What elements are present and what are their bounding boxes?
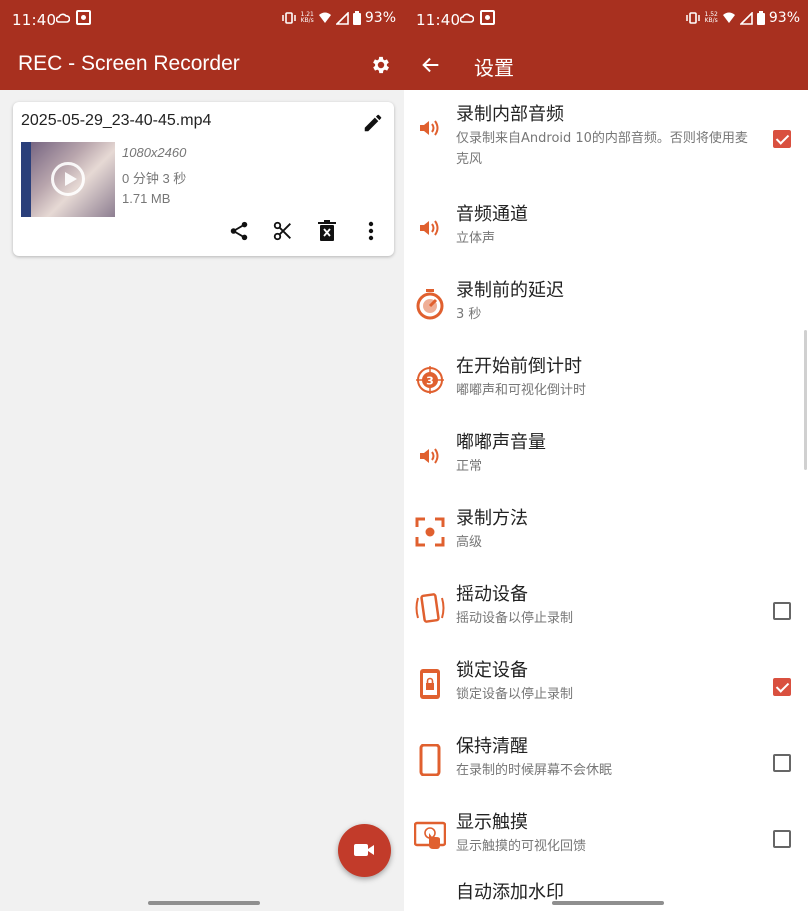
vibrate-icon	[281, 12, 296, 24]
settings-item-subtitle: 摇动设备以停止录制	[456, 611, 574, 626]
status-time: 11:40	[416, 11, 461, 29]
settings-item[interactable]: 音频通道 立体声	[404, 196, 808, 272]
settings-item-subtitle: 在录制的时候屏幕不会休眠	[456, 763, 613, 778]
play-icon[interactable]	[51, 162, 85, 196]
speaker-icon	[414, 212, 446, 244]
more-vert-icon	[368, 221, 374, 241]
battery-level: 93%	[768, 10, 800, 26]
settings-item-checkbox[interactable]	[773, 678, 791, 696]
settings-item-title-cutoff: 自动添加水印	[456, 882, 564, 903]
settings-item-subtitle: 显示触摸的可视化回馈	[456, 839, 587, 854]
recordings-screen: 11:40 1.21 KB/s 93% REC - Screen Recorder…	[0, 0, 404, 911]
share-icon	[230, 221, 248, 241]
settings-item-title: 录制内部音频	[456, 104, 564, 125]
delete-button[interactable]	[316, 219, 338, 243]
card-actions	[228, 219, 382, 243]
touch-icon	[414, 820, 446, 852]
app-bar: REC - Screen Recorder	[0, 40, 404, 90]
recording-size: 1.71 MB	[122, 191, 171, 206]
speaker-icon	[414, 112, 446, 144]
cloud-icon	[56, 13, 70, 23]
wifi-icon	[722, 12, 735, 23]
start-recording-fab[interactable]	[338, 824, 391, 877]
settings-item-subtitle: 仅录制来自Android 10的内部音频。否则将使用麦克风	[456, 131, 748, 167]
battery-icon	[756, 11, 765, 25]
net-speed: 1.52 KB/s	[704, 11, 718, 24]
lock-device-icon	[414, 668, 446, 700]
settings-item-checkbox[interactable]	[773, 602, 791, 620]
settings-item[interactable]: 锁定设备锁定设备以停止录制	[404, 652, 808, 728]
battery-level: 93%	[364, 10, 396, 26]
settings-item-title: 摇动设备	[456, 584, 528, 605]
settings-item[interactable]: 摇动设备摇动设备以停止录制	[404, 576, 808, 652]
recording-filename: 2025-05-29_23-40-45.mp4	[21, 112, 212, 129]
settings-item-subtitle: 3 秒	[456, 307, 482, 322]
signal-icon	[335, 11, 349, 25]
recording-resolution: 1080x2460	[122, 145, 187, 160]
settings-item-checkbox[interactable]	[773, 754, 791, 772]
settings-item-title: 锁定设备	[456, 660, 528, 681]
settings-item[interactable]: 录制方法 高级	[404, 500, 808, 576]
settings-item[interactable]: 保持清醒在录制的时候屏幕不会休眠	[404, 728, 808, 804]
cloud-icon	[460, 13, 474, 23]
settings-title: 设置	[474, 56, 514, 80]
vibrate-icon	[685, 12, 700, 24]
delete-icon	[318, 220, 336, 241]
signal-icon	[739, 11, 753, 25]
settings-item-subtitle: 立体声	[456, 231, 496, 246]
notification-icon	[480, 10, 495, 25]
notification-icon	[76, 10, 91, 25]
settings-item-subtitle: 嘟嘟声和可视化倒计时	[456, 383, 587, 398]
battery-icon	[352, 11, 361, 25]
recording-duration: 0 分钟 3 秒	[122, 171, 187, 186]
settings-screen: 11:40 1.52 KB/s 93% 设置 录制内部音频仅录制来自Android…	[404, 0, 808, 911]
status-time: 11:40	[12, 11, 57, 29]
status-bar: 11:40 1.52 KB/s 93%	[404, 0, 808, 40]
shake-icon	[414, 592, 446, 624]
settings-item-checkbox[interactable]	[773, 830, 791, 848]
phone-icon	[414, 744, 446, 776]
scissors-icon	[273, 221, 291, 241]
svg-text:3: 3	[426, 375, 434, 388]
settings-item[interactable]: 3 在开始前倒计时嘟嘟声和可视化倒计时	[404, 348, 808, 424]
edit-pencil-icon[interactable]	[362, 112, 384, 134]
more-options-button[interactable]	[360, 219, 382, 243]
settings-item[interactable]: 嘟嘟声音量 正常	[404, 424, 808, 500]
video-camera-icon	[354, 844, 374, 856]
app-bar: 设置	[404, 40, 808, 90]
settings-item-subtitle: 正常	[456, 459, 483, 474]
settings-gear-icon[interactable]	[370, 54, 392, 76]
gesture-nav-bar[interactable]	[552, 901, 664, 905]
speaker-icon	[414, 440, 446, 472]
settings-item-title: 音频通道	[456, 204, 528, 225]
video-thumbnail[interactable]	[21, 142, 115, 217]
status-bar: 11:40 1.21 KB/s 93%	[0, 0, 404, 40]
net-speed: 1.21 KB/s	[300, 11, 314, 24]
app-title: REC - Screen Recorder	[18, 52, 240, 75]
share-button[interactable]	[228, 219, 250, 243]
settings-item-checkbox[interactable]	[773, 130, 791, 148]
recording-card[interactable]: 2025-05-29_23-40-45.mp4 1080x2460 0 分钟 3…	[13, 102, 394, 256]
timer-icon	[414, 288, 446, 320]
settings-item-title: 录制前的延迟	[456, 280, 564, 301]
settings-item[interactable]: 录制前的延迟 3 秒	[404, 272, 808, 348]
scrollbar[interactable]	[804, 330, 807, 470]
settings-item[interactable]: 录制内部音频仅录制来自Android 10的内部音频。否则将使用麦克风	[404, 96, 808, 172]
status-indicators: 1.21 KB/s 93%	[281, 10, 396, 26]
settings-item-title: 录制方法	[456, 508, 528, 529]
settings-item-title: 显示触摸	[456, 812, 528, 833]
gesture-nav-bar[interactable]	[148, 901, 260, 905]
trim-button[interactable]	[272, 219, 294, 243]
back-arrow-icon[interactable]	[420, 54, 442, 76]
settings-item-subtitle: 高级	[456, 535, 483, 550]
settings-item[interactable]: 显示触摸显示触摸的可视化回馈	[404, 804, 808, 880]
status-indicators: 1.52 KB/s 93%	[685, 10, 800, 26]
settings-item-subtitle: 锁定设备以停止录制	[456, 687, 574, 702]
settings-item-title: 在开始前倒计时	[456, 356, 582, 377]
settings-item-title: 嘟嘟声音量	[456, 432, 546, 453]
settings-item-title: 保持清醒	[456, 736, 528, 757]
countdown-icon: 3	[414, 364, 446, 396]
wifi-icon	[318, 12, 331, 23]
record-method-icon	[414, 516, 446, 548]
